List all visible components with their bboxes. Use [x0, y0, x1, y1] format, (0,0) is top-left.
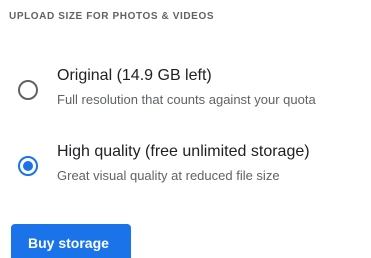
upload-size-settings-panel: UPLOAD SIZE FOR PHOTOS & VIDEOS Original…: [0, 0, 371, 258]
radio-unchecked-icon[interactable]: [18, 80, 38, 100]
buy-storage-label: Buy storage: [28, 235, 109, 251]
section-title: UPLOAD SIZE FOR PHOTOS & VIDEOS: [9, 11, 215, 22]
option-title: High quality (free unlimited storage): [57, 143, 310, 160]
option-description: Full resolution that counts against your…: [57, 92, 316, 107]
buy-storage-button[interactable]: Buy storage: [11, 224, 131, 258]
radio-checked-icon[interactable]: [18, 156, 38, 176]
radio-selected-dot: [23, 161, 33, 171]
option-high-quality[interactable]: High quality (free unlimited storage) Gr…: [0, 139, 371, 195]
option-original-quality[interactable]: Original (14.9 GB left) Full resolution …: [0, 63, 371, 119]
option-description: Great visual quality at reduced file siz…: [57, 168, 280, 183]
option-title: Original (14.9 GB left): [57, 67, 212, 84]
